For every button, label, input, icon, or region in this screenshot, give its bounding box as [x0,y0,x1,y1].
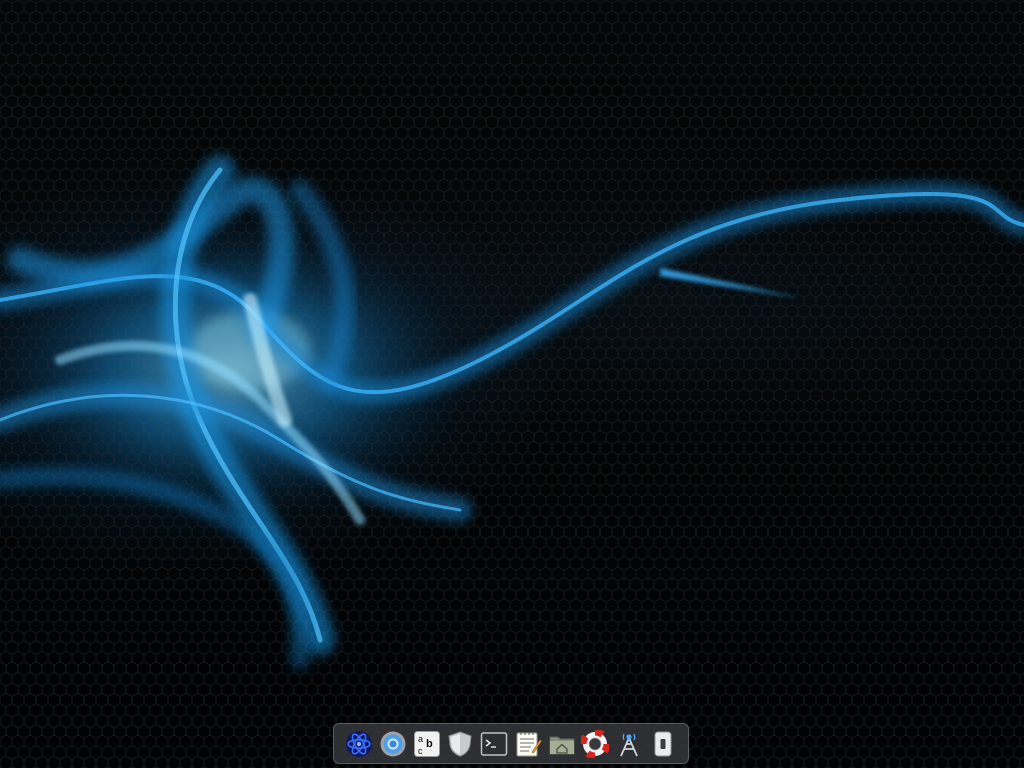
text-editor-abc-icon[interactable]: a b c [413,730,441,758]
home-folder-icon[interactable] [548,730,576,758]
shield-icon[interactable] [446,730,474,758]
desktop: a b c [0,0,1024,768]
svg-text:c: c [418,746,423,756]
mobile-device-icon[interactable] [649,730,677,758]
browser-globe-icon[interactable] [379,730,407,758]
terminal-icon[interactable] [480,730,508,758]
lifebuoy-help-icon[interactable] [581,729,610,758]
wallpaper-abstract-swirl [0,155,1024,669]
svg-text:b: b [426,738,433,750]
atom-icon[interactable] [345,730,373,758]
svg-text:a: a [418,734,423,744]
antenna-network-icon[interactable] [615,730,643,758]
dock: a b c [333,723,689,764]
notepad-icon[interactable] [514,730,542,758]
